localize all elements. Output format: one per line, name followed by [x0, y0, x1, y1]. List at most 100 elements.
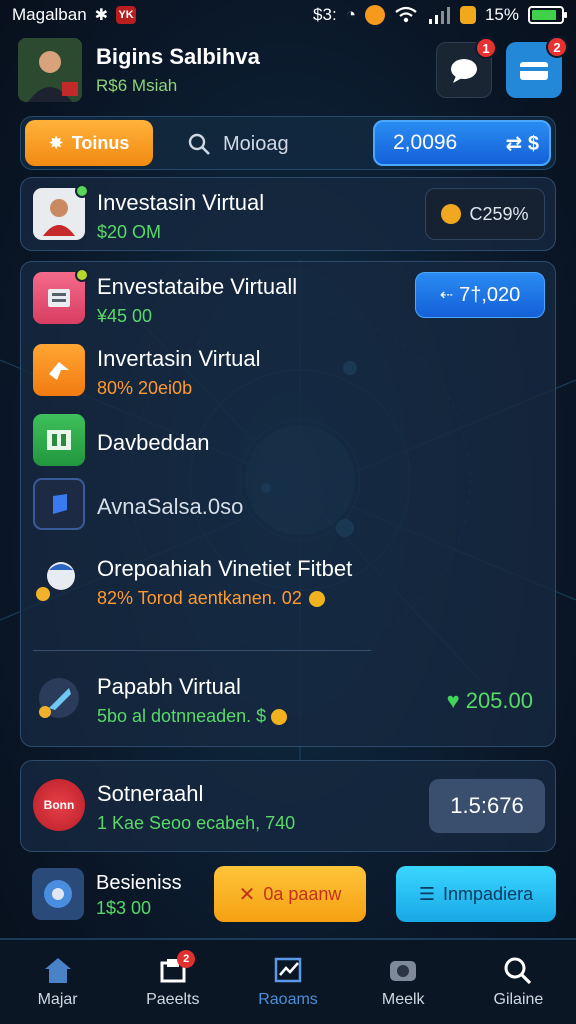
battery-percent: 15%: [484, 5, 519, 24]
notification-badge: 1: [475, 37, 497, 59]
summary-value: 1.5:676: [450, 793, 524, 818]
item-title: Sotneraahl: [97, 781, 204, 806]
business-row: Besieniss 1$3 00 ✕ 0a paanw ☰ Inmpadiera: [20, 862, 556, 926]
list-item[interactable]: Papabh Virtual 5bo al dotnneaden. $ ♥ 20…: [33, 666, 543, 732]
business-action-label: 0a paanw: [263, 883, 342, 904]
status-bar: Magalban ✱ YK $3: ◔ 15%: [0, 0, 576, 30]
item-amount: ¥45 00: [97, 306, 153, 326]
nav-item-search[interactable]: Gilaine: [461, 940, 576, 1024]
item-title: Invertasin Virtual: [97, 346, 261, 371]
arrow-icon: [33, 344, 85, 396]
search-label: Moioag: [223, 132, 289, 155]
business-title: Besieniss: [96, 872, 182, 894]
sim-icon: [459, 6, 476, 24]
currency-exchange-icon: ⇄ $: [505, 132, 539, 155]
bonus-button[interactable]: ✸ Toinus: [25, 120, 153, 166]
wallet-button[interactable]: 2: [506, 36, 568, 98]
list-item[interactable]: Orepoahiah Vinetiet Fitbet 82% Torod aen…: [33, 548, 543, 614]
exchange-icon: ⇠: [439, 287, 454, 304]
nav-badge: 2: [177, 950, 196, 968]
stack-icon: ☰: [418, 883, 436, 904]
summary-card[interactable]: Bonn Sotneraahl 1 Kae Seoo ecabeh, 740 1…: [20, 760, 556, 852]
featured-amount: $20 OM: [97, 222, 162, 242]
featured-rate-chip[interactable]: C259%: [425, 188, 545, 240]
cube-icon: [33, 478, 85, 530]
currency-symbol: $: [527, 132, 539, 155]
item-amount: 82% Torod aentkanen. 02: [97, 588, 302, 608]
nav-item-home[interactable]: Majar: [0, 940, 115, 1024]
balance-chip[interactable]: 2,0096 ⇄ $: [373, 120, 551, 166]
notifications-button[interactable]: 1: [436, 37, 497, 98]
item-value-amount: 205.00: [465, 688, 533, 713]
item-subtitle: 82% Torod aentkanen. 02: [97, 588, 325, 609]
featured-rate: C259%: [469, 203, 529, 224]
wifi-icon: [395, 6, 417, 23]
header-subtitle: R$6 Msiah: [96, 76, 178, 95]
search-icon: [188, 133, 210, 155]
bank-icon: [33, 414, 85, 466]
list-item[interactable]: Invertasin Virtual 80% 20ei0b: [33, 338, 543, 404]
invest-action-value: 7†,020: [459, 283, 521, 306]
carrier-label: Magalban: [12, 5, 87, 24]
avatar[interactable]: [18, 38, 82, 102]
nav-label: Raoams: [258, 991, 318, 1008]
divider: [33, 650, 371, 651]
sync-icon: ◔: [345, 5, 356, 24]
item-title: Papabh Virtual: [97, 674, 241, 699]
chart-icon: [274, 957, 302, 983]
clock-text: $3:: [313, 5, 337, 24]
bonus-button-label: Toinus: [71, 132, 130, 153]
page-title: Bigins Salbihva: [96, 44, 260, 69]
list-item[interactable]: Davbeddan: [33, 408, 543, 474]
item-value: ♥ 205.00: [447, 688, 533, 714]
camera-icon: [390, 961, 417, 981]
app-notification-icon: ✱: [94, 7, 109, 24]
list-item[interactable]: AvnaSalsa.0so: [33, 472, 543, 538]
item-subtitle: 1 Kae Seoo ecabeh, 740: [97, 813, 296, 833]
business-amount: 1$3 00: [96, 898, 152, 918]
item-title: Davbeddan: [97, 430, 210, 455]
import-button-label: Inmpadiera: [443, 883, 534, 904]
profile-header: Bigins Salbihva R$6 Msiah 1 2: [18, 36, 568, 104]
coin-icon: [364, 5, 385, 25]
investments-list-card: Envestataibe Virtuall ¥45 00 ⇠ 7†,020 In…: [20, 261, 556, 747]
search-field[interactable]: Moioag: [181, 125, 371, 163]
app-badge-icon: YK: [116, 6, 137, 24]
bonus-badge-icon: Bonn: [33, 779, 85, 831]
chat-bubble-icon: [451, 59, 477, 83]
avatar-portrait-icon: [18, 38, 82, 102]
status-indicator: [75, 268, 89, 282]
nav-item-rooms[interactable]: Raoams: [230, 940, 345, 1024]
item-subtitle: 5bo al dotnneaden. $: [97, 706, 288, 727]
signal-icon: [428, 7, 450, 24]
star-icon: ✸: [48, 132, 64, 153]
item-amount: 80% 20ei0b: [97, 378, 193, 398]
badge-text: Bonn: [43, 798, 75, 812]
invest-action-button[interactable]: ⇠ 7†,020: [415, 272, 545, 318]
wallet-icon: [520, 62, 548, 80]
import-button[interactable]: ☰ Inmpadiera: [396, 866, 556, 922]
item-title: Envestataibe Virtuall: [97, 274, 298, 299]
online-indicator: [75, 184, 89, 198]
coin-icon: [271, 709, 288, 726]
rocket-icon: [33, 672, 85, 724]
nav-label: Meelk: [381, 991, 425, 1008]
home-icon: [44, 958, 71, 983]
coin-icon: [441, 204, 462, 224]
search-icon: [504, 957, 532, 985]
battery-level: [532, 10, 556, 20]
business-action-button[interactable]: ✕ 0a paanw: [214, 866, 366, 922]
bottom-nav: Majar 2 Paeelts Raoams Meelk Gilaine: [0, 938, 576, 1024]
featured-investment-card[interactable]: Investasin Virtual $20 OM C259%: [20, 177, 556, 251]
nav-item-packets[interactable]: 2 Paeelts: [115, 940, 230, 1024]
action-toolbar: ✸ Toinus Moioag 2,0096 ⇄ $: [20, 116, 556, 170]
summary-value-chip[interactable]: 1.5:676: [429, 779, 545, 833]
battery-icon: [528, 6, 567, 24]
nav-label: Gilaine: [493, 991, 544, 1008]
featured-title: Investasin Virtual: [97, 190, 265, 215]
wallet-badge: 2: [546, 36, 568, 58]
business-globe-icon: [32, 868, 84, 920]
nav-label: Majar: [37, 991, 78, 1008]
nav-item-media[interactable]: Meelk: [346, 940, 461, 1024]
coin-icon: [308, 591, 325, 608]
